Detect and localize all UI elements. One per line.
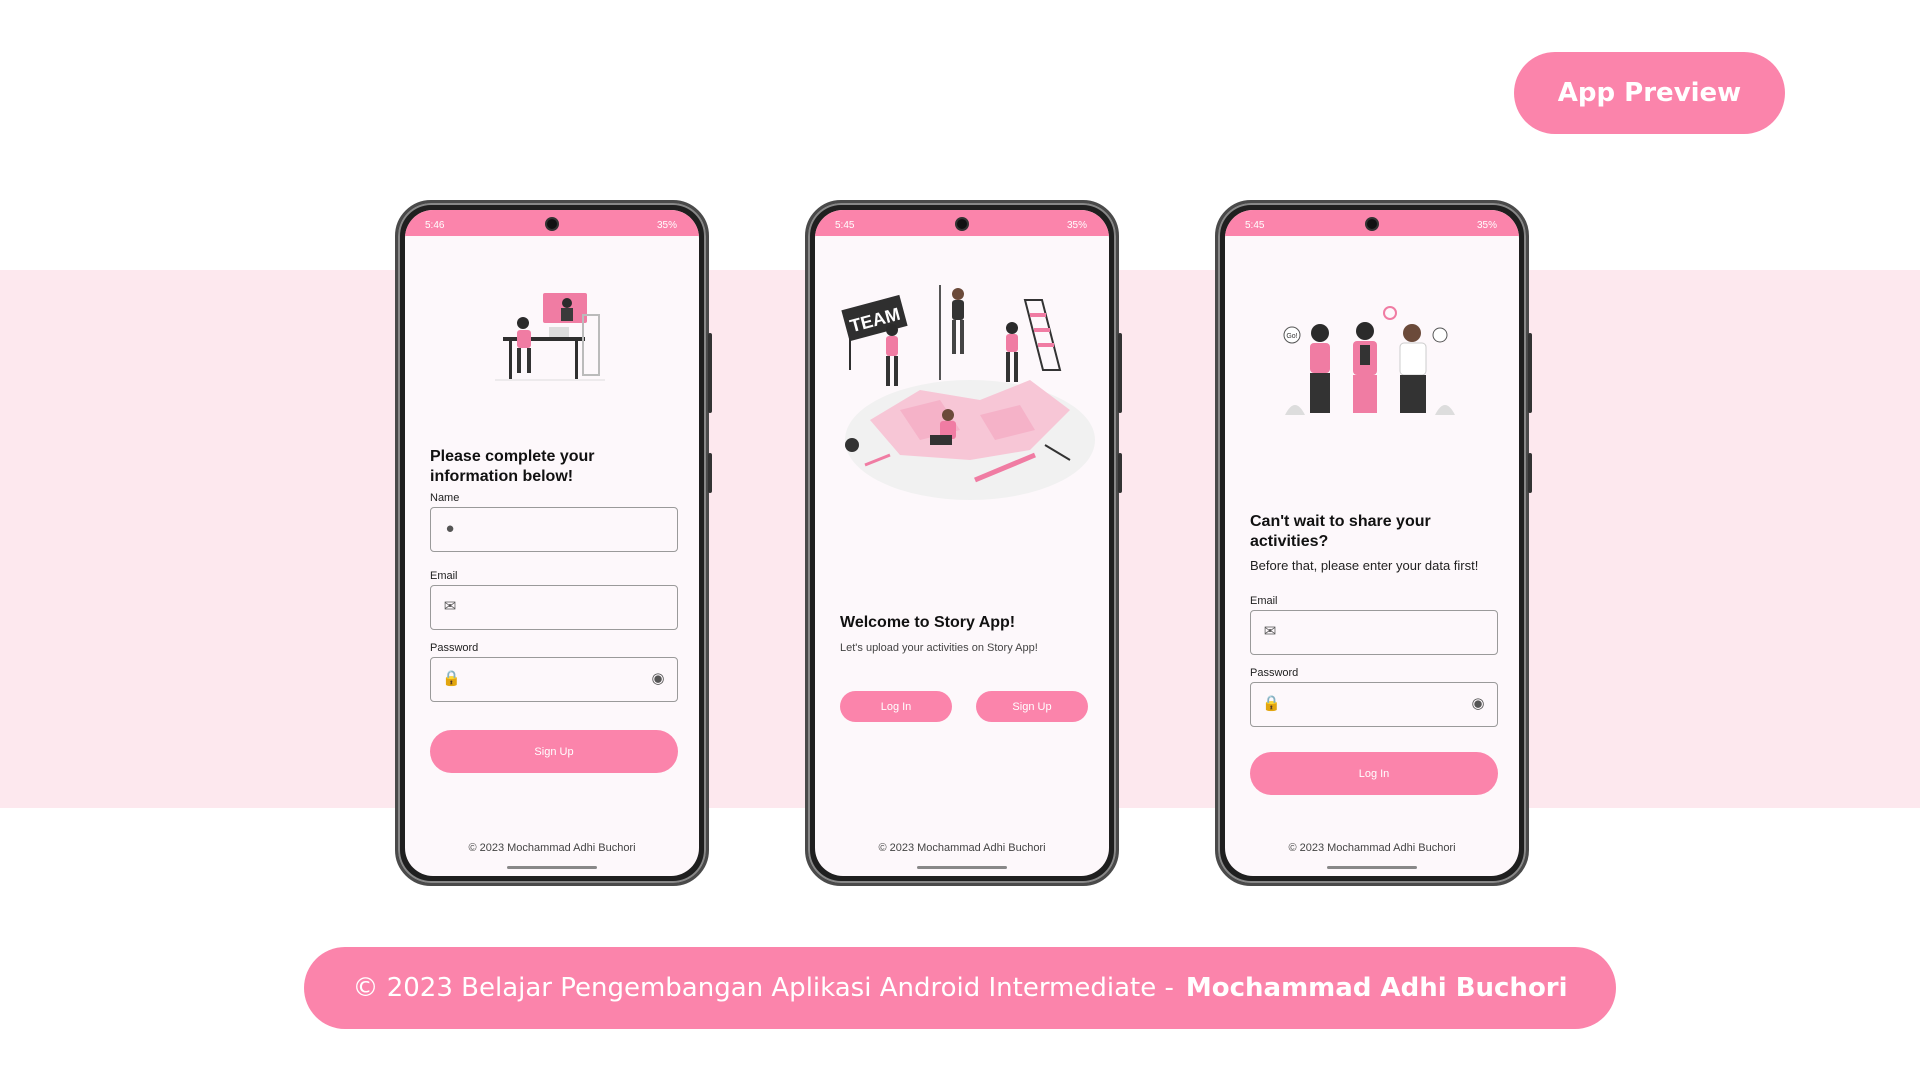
go-bubble-text: Go! [1286, 333, 1297, 340]
friends-illustration: Go! [1283, 306, 1455, 415]
login-button-label: Log In [880, 700, 912, 713]
welcome-subtitle: Let's upload your activities on Story Ap… [840, 642, 1038, 654]
canvas: App Preview 5:46 35% Please complete you… [0, 0, 1920, 1080]
status-time: 5:45 [835, 219, 855, 231]
password-label: Password [430, 642, 479, 654]
home-indicator[interactable] [1327, 866, 1417, 869]
front-camera [1365, 217, 1379, 231]
status-battery: 35% [1066, 219, 1087, 231]
signup-button-label: Sign Up [1012, 700, 1052, 713]
signup-screen: 5:46 35% Please complete your informatio… [405, 210, 699, 876]
footer-banner: © 2023 Belajar Pengembangan Aplikasi And… [304, 947, 1616, 1029]
email-label: Email [1250, 595, 1278, 607]
status-battery: 35% [656, 219, 677, 231]
welcome-screen: 5:45 35% TEAM Welcome to Story App! Let'… [815, 210, 1109, 876]
lock-icon: 🔒 [442, 670, 461, 687]
side-button [708, 333, 712, 413]
signup-title: Please complete your information below! [430, 448, 595, 485]
status-battery: 35% [1476, 219, 1497, 231]
signup-button[interactable]: Sign Up [976, 691, 1088, 722]
login-subtitle: Before that, please enter your data firs… [1250, 558, 1479, 573]
email-label: Email [430, 570, 458, 582]
login-button[interactable]: Log In [840, 691, 952, 722]
login-button-label: Log In [1358, 767, 1390, 780]
eye-icon[interactable]: ◉ [1469, 695, 1487, 713]
home-indicator[interactable] [507, 866, 597, 869]
home-indicator[interactable] [917, 866, 1007, 869]
person-icon: ● [445, 520, 455, 537]
login-screen: 5:45 35% Go! Can't wait to share your ac… [1225, 210, 1519, 876]
app-preview-badge: App Preview [1514, 52, 1785, 134]
email-field[interactable]: ✉ [1250, 610, 1498, 655]
phone-login: 5:45 35% Go! Can't wait to share your ac… [1215, 200, 1532, 886]
footer-text: © 2023 Belajar Pengembangan Aplikasi And… [352, 973, 1174, 1003]
side-button [1118, 333, 1122, 413]
name-label: Name [430, 492, 460, 504]
copyright-text: © 2023 Mochammad Adhi Buchori [468, 842, 636, 854]
footer-author: Mochammad Adhi Buchori [1185, 973, 1568, 1003]
login-button[interactable]: Log In [1250, 752, 1498, 795]
password-label: Password [1250, 667, 1299, 679]
mail-icon: ✉ [443, 598, 457, 615]
signup-button[interactable]: Sign Up [430, 730, 678, 773]
signup-illustration [495, 293, 605, 381]
side-button [1528, 333, 1532, 413]
phone-signup: 5:46 35% Please complete your informatio… [395, 200, 712, 886]
password-field[interactable]: 🔒 ◉ [1250, 682, 1498, 727]
front-camera [955, 217, 969, 231]
phone-welcome: 5:45 35% TEAM Welcome to Story App! Let'… [805, 200, 1122, 886]
side-button [708, 453, 712, 493]
status-time: 5:45 [1245, 219, 1265, 231]
password-field[interactable]: 🔒 ◉ [430, 657, 678, 702]
side-button [1118, 453, 1122, 493]
status-time: 5:46 [425, 219, 445, 231]
signup-button-label: Sign Up [534, 745, 574, 758]
copyright-text: © 2023 Mochammad Adhi Buchori [1288, 842, 1456, 854]
front-camera [545, 217, 559, 231]
eye-icon[interactable]: ◉ [649, 670, 667, 688]
team-illustration: TEAM [841, 285, 1095, 500]
lock-icon: 🔒 [1262, 695, 1281, 712]
mail-icon: ✉ [1263, 623, 1277, 640]
welcome-title: Welcome to Story App! [840, 614, 1016, 631]
app-preview-label: App Preview [1557, 78, 1742, 108]
name-field[interactable]: ● [430, 507, 678, 552]
email-field[interactable]: ✉ [430, 585, 678, 630]
copyright-text: © 2023 Mochammad Adhi Buchori [878, 842, 1046, 854]
side-button [1528, 453, 1532, 493]
login-title: Can't wait to share your activities? [1250, 513, 1431, 550]
